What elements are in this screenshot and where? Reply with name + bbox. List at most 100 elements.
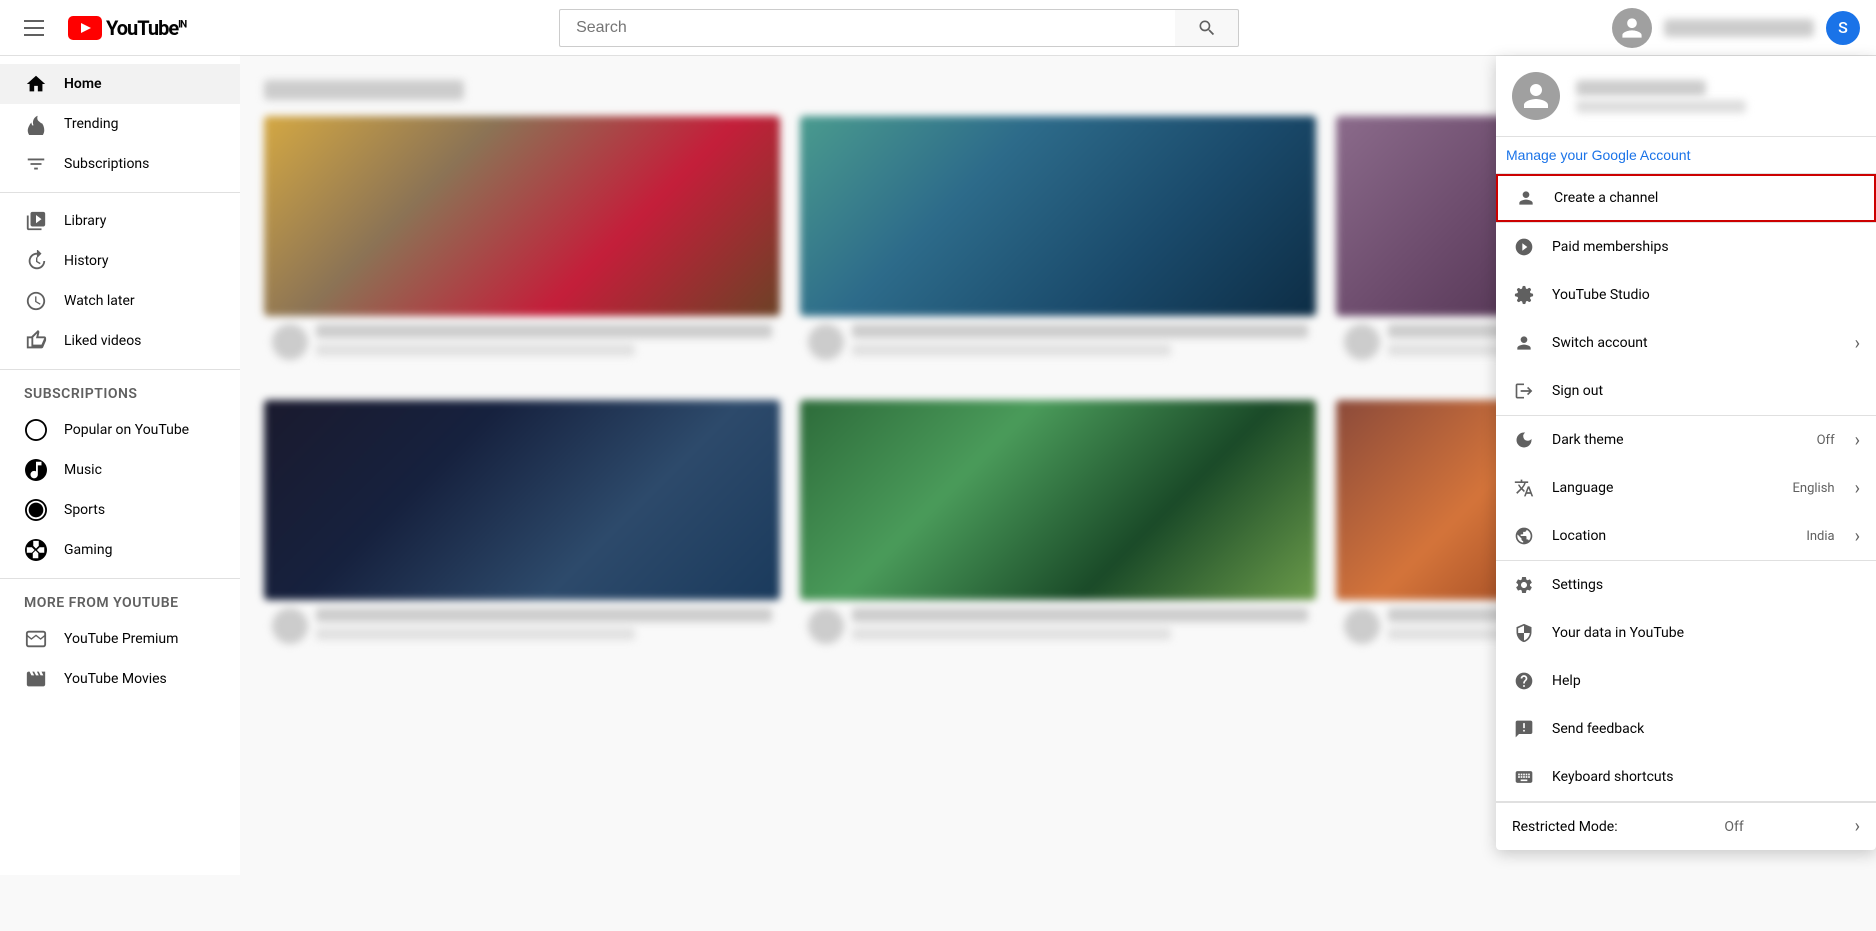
video-sub-2 <box>852 344 1171 356</box>
sidebar-item-subscriptions[interactable]: Subscriptions <box>0 144 240 184</box>
sidebar-label-popular: Popular on YouTube <box>64 422 189 438</box>
channel-icon-2 <box>808 324 844 360</box>
dropdown-item-settings[interactable]: Settings <box>1496 561 1876 609</box>
dropdown-item-your-data[interactable]: Your data in YouTube <box>1496 609 1876 657</box>
sidebar-item-popular[interactable]: Popular on YouTube <box>0 410 240 450</box>
sidebar-item-premium[interactable]: YouTube Premium <box>0 619 240 659</box>
sidebar-item-trending[interactable]: Trending <box>0 104 240 144</box>
sidebar-label-gaming: Gaming <box>64 542 112 558</box>
trending-icon <box>24 112 48 136</box>
divider-2 <box>0 369 240 370</box>
restricted-mode-row[interactable]: Restricted Mode: Off › <box>1496 802 1876 850</box>
person-add-icon <box>1514 186 1538 210</box>
video-title-1 <box>316 324 772 338</box>
divider-1 <box>0 192 240 193</box>
sidebar-label-subscriptions: Subscriptions <box>64 156 149 172</box>
dropdown-item-language[interactable]: Language English › <box>1496 464 1876 512</box>
premium-icon <box>24 627 48 651</box>
sidebar-label-history: History <box>64 253 109 269</box>
dark-theme-arrow: › <box>1855 430 1860 451</box>
dropdown-item-help[interactable]: Help <box>1496 657 1876 705</box>
dropdown-avatar-icon <box>1521 81 1551 111</box>
sidebar-item-liked-videos[interactable]: Liked videos <box>0 321 240 361</box>
dropdown-item-switch-account[interactable]: Switch account › <box>1496 319 1876 367</box>
dropdown-label-settings: Settings <box>1552 577 1860 593</box>
youtube-logo[interactable]: YouTubeIN <box>68 16 186 40</box>
search-input[interactable] <box>559 9 1175 47</box>
sidebar-item-history[interactable]: History <box>0 241 240 281</box>
dropdown-label-switch-account: Switch account <box>1552 335 1839 351</box>
logo-country: IN <box>178 19 186 30</box>
dropdown-label-your-data: Your data in YouTube <box>1552 625 1860 641</box>
video-card-1[interactable] <box>264 116 780 368</box>
language-arrow: › <box>1855 478 1860 499</box>
channel-icon-4 <box>272 608 308 644</box>
sidebar-label-music: Music <box>64 462 102 478</box>
dropdown-item-dark-theme[interactable]: Dark theme Off › <box>1496 416 1876 464</box>
sidebar-item-sports[interactable]: Sports <box>0 490 240 530</box>
dropdown-item-create-channel[interactable]: Create a channel <box>1496 174 1876 222</box>
popular-icon <box>24 418 48 442</box>
youtube-logo-icon <box>68 16 102 40</box>
translate-icon <box>1512 476 1536 500</box>
header-right: S <box>1612 8 1860 48</box>
sidebar-item-movies[interactable]: YouTube Movies <box>0 659 240 699</box>
dropdown-item-youtube-studio[interactable]: YouTube Studio <box>1496 271 1876 319</box>
dropdown-label-keyboard-shortcuts: Keyboard shortcuts <box>1552 769 1860 785</box>
sidebar-item-gaming[interactable]: Gaming <box>0 530 240 570</box>
feedback-icon <box>1512 717 1536 741</box>
account-name <box>1664 19 1814 37</box>
manage-google-account-link[interactable]: Manage your Google Account <box>1496 137 1700 173</box>
dropdown-label-create-channel: Create a channel <box>1554 190 1858 206</box>
sidebar-label-watch-later: Watch later <box>64 293 135 309</box>
sidebar-item-watch-later[interactable]: Watch later <box>0 281 240 321</box>
membership-icon <box>1512 235 1536 259</box>
video-card-2[interactable] <box>800 116 1316 368</box>
dropdown-item-location[interactable]: Location India › <box>1496 512 1876 560</box>
sidebar-item-library[interactable]: Library <box>0 201 240 241</box>
user-initial-avatar[interactable]: S <box>1826 11 1860 45</box>
sidebar-label-liked-videos: Liked videos <box>64 333 141 349</box>
music-icon <box>24 458 48 482</box>
channel-icon-6 <box>1344 608 1380 644</box>
sidebar: Home Trending Subscriptions Library Hist… <box>0 56 240 875</box>
liked-videos-icon <box>24 329 48 353</box>
video-card-4[interactable] <box>264 400 780 652</box>
studio-icon <box>1512 283 1536 307</box>
dropdown-item-sign-out[interactable]: Sign out <box>1496 367 1876 415</box>
moon-icon <box>1512 428 1536 452</box>
dropdown-item-send-feedback[interactable]: Send feedback <box>1496 705 1876 753</box>
video-thumbnail-2 <box>800 116 1316 316</box>
dropdown-item-keyboard-shortcuts[interactable]: Keyboard shortcuts <box>1496 753 1876 801</box>
movies-icon <box>24 667 48 691</box>
gaming-icon <box>24 538 48 562</box>
dropdown-label-help: Help <box>1552 673 1860 689</box>
divider-3 <box>0 578 240 579</box>
dropdown-account-info <box>1576 80 1860 113</box>
user-avatar[interactable] <box>1612 8 1652 48</box>
video-sub-5 <box>852 628 1171 640</box>
library-icon <box>24 209 48 233</box>
restricted-mode-arrow: › <box>1855 816 1860 837</box>
section-title <box>264 80 464 100</box>
sports-icon <box>24 498 48 522</box>
watch-later-icon <box>24 289 48 313</box>
dropdown-item-paid-memberships[interactable]: Paid memberships <box>1496 223 1876 271</box>
subscriptions-icon <box>24 152 48 176</box>
sidebar-item-music[interactable]: Music <box>0 450 240 490</box>
dropdown-label-location: Location <box>1552 528 1790 544</box>
video-sub-4 <box>316 628 635 640</box>
sidebar-item-home[interactable]: Home <box>0 64 240 104</box>
logo-wordmark: YouTube <box>106 16 178 40</box>
account-dropdown: Manage your Google Account Create a chan… <box>1496 56 1876 850</box>
home-icon <box>24 72 48 96</box>
video-thumbnail-5 <box>800 400 1316 600</box>
video-thumbnail-1 <box>264 116 780 316</box>
signout-icon <box>1512 379 1536 403</box>
shield-icon <box>1512 621 1536 645</box>
search-button[interactable] <box>1175 9 1239 47</box>
dropdown-label-send-feedback: Send feedback <box>1552 721 1860 737</box>
video-card-5[interactable] <box>800 400 1316 652</box>
channel-icon-1 <box>272 324 308 360</box>
hamburger-menu[interactable] <box>16 12 52 44</box>
